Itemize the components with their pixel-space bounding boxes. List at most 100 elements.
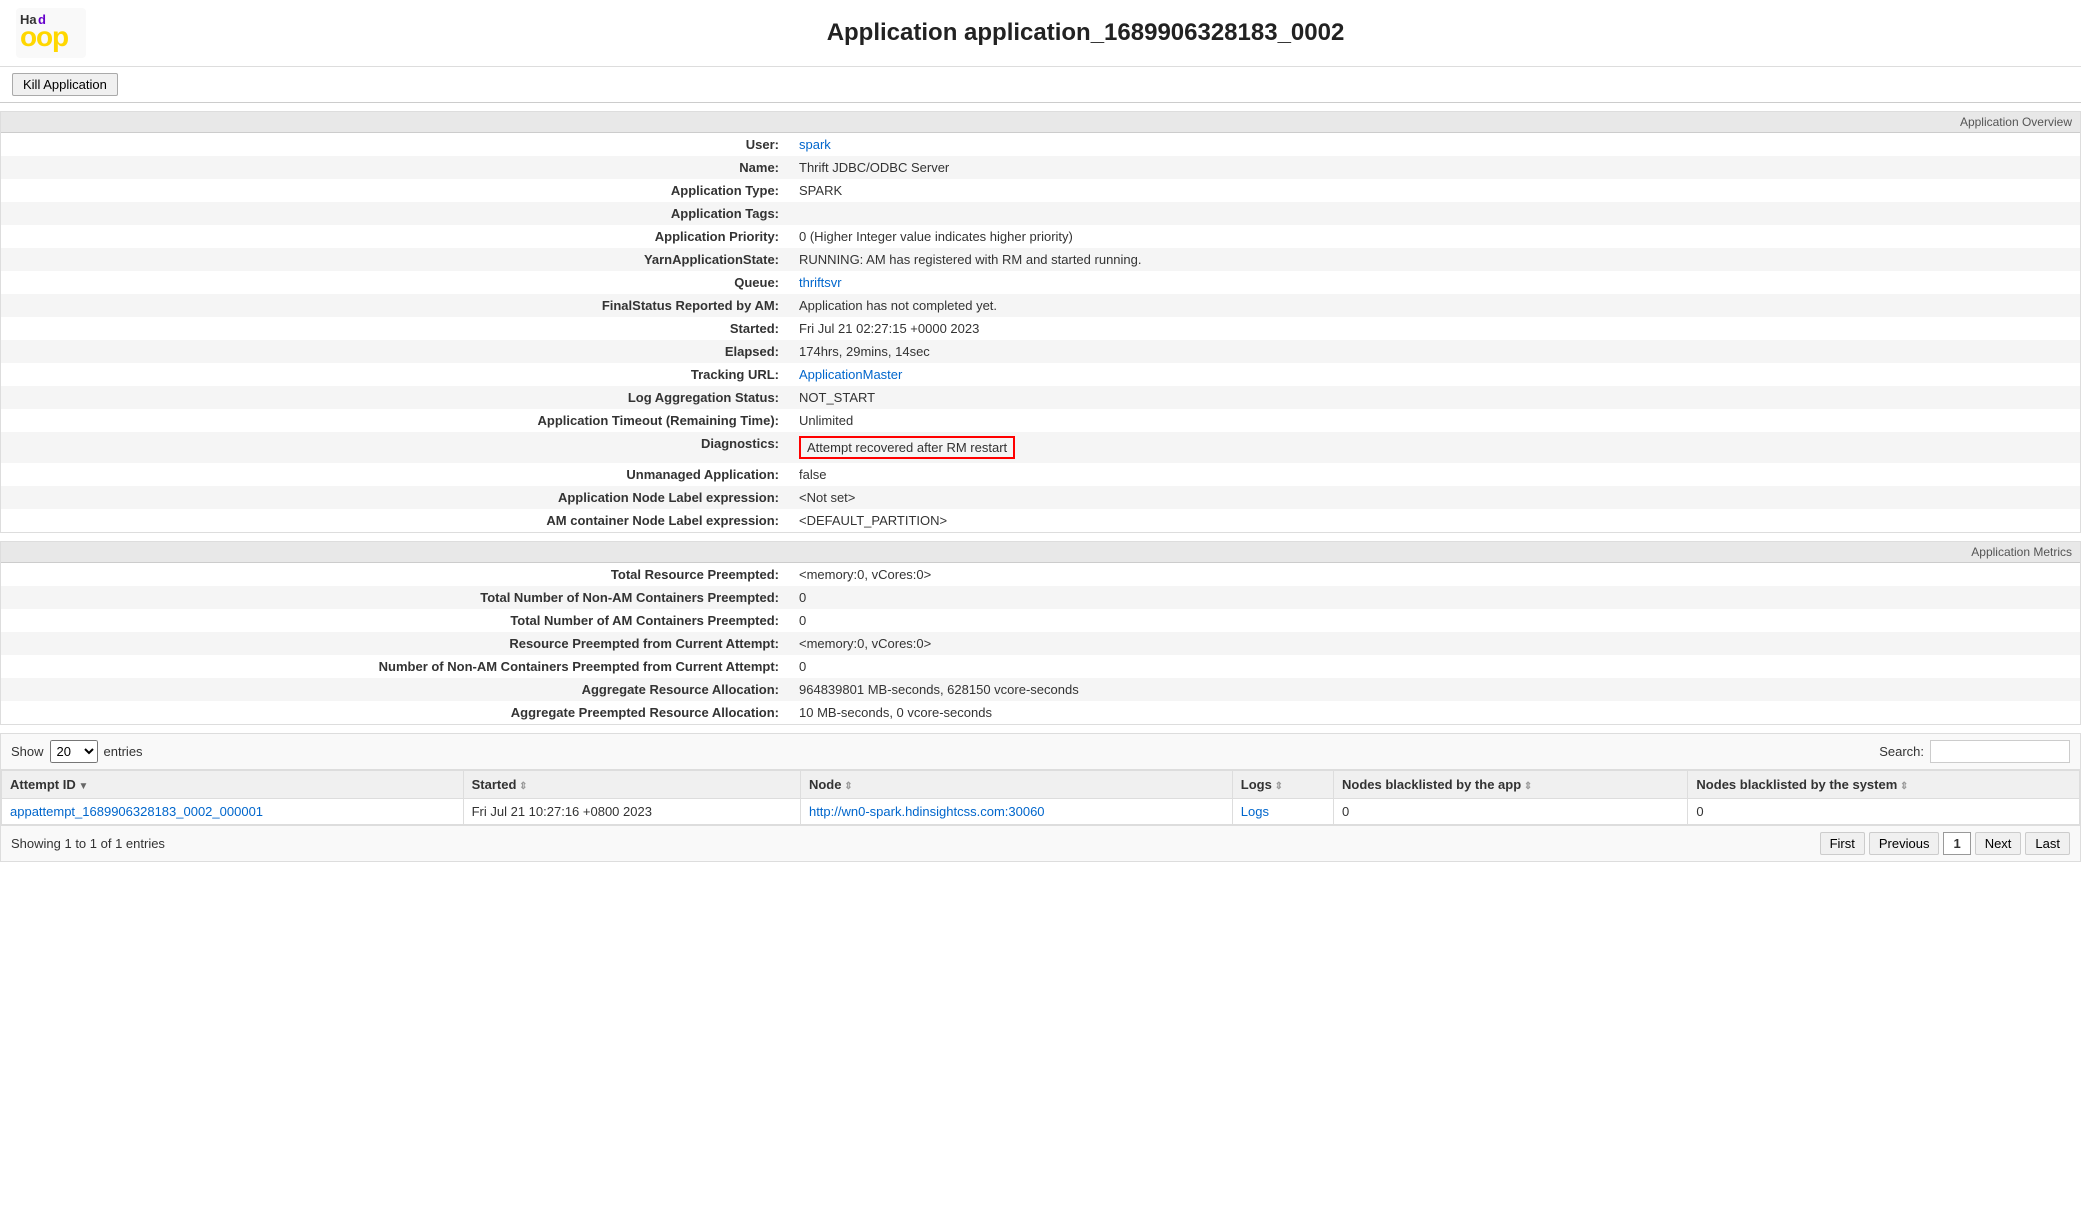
overview-row: FinalStatus Reported by AM:Application h… (1, 294, 2080, 317)
pagination-bar: Showing 1 to 1 of 1 entries First Previo… (1, 825, 2080, 861)
entries-label: entries (104, 744, 143, 759)
col-started[interactable]: Started (463, 771, 800, 799)
cell-attempt-id: appattempt_1689906328183_0002_000001 (2, 799, 464, 825)
node-link[interactable]: http://wn0-spark.hdinsightcss.com:30060 (809, 804, 1045, 819)
metrics-row: Total Number of Non-AM Containers Preemp… (1, 586, 2080, 609)
overview-link[interactable]: ApplicationMaster (799, 367, 902, 382)
table-toolbar: Show 10 20 25 50 100 entries Search: (1, 734, 2080, 770)
metrics-value: <memory:0, vCores:0> (791, 632, 2080, 655)
metrics-section-header: Application Metrics (1, 542, 2080, 563)
overview-label: Application Node Label expression: (1, 486, 791, 509)
search-box: Search: (1879, 740, 2070, 763)
overview-link[interactable]: spark (799, 137, 831, 152)
overview-value: thriftsvr (791, 271, 2080, 294)
overview-label: YarnApplicationState: (1, 248, 791, 271)
attempt-id-link[interactable]: appattempt_1689906328183_0002_000001 (10, 804, 263, 819)
metrics-row: Number of Non-AM Containers Preempted fr… (1, 655, 2080, 678)
overview-row: Application Priority:0 (Higher Integer v… (1, 225, 2080, 248)
overview-value: Thrift JDBC/ODBC Server (791, 156, 2080, 179)
metrics-label: Total Resource Preempted: (1, 563, 791, 586)
col-attempt-id[interactable]: Attempt ID (2, 771, 464, 799)
overview-row: Name:Thrift JDBC/ODBC Server (1, 156, 2080, 179)
page-header: o o p Ha d Application application_16899… (0, 0, 2081, 67)
overview-value: ApplicationMaster (791, 363, 2080, 386)
next-page-button[interactable]: Next (1975, 832, 2022, 855)
overview-value (791, 202, 2080, 225)
attempts-table-container: Show 10 20 25 50 100 entries Search: Att… (0, 733, 2081, 862)
show-label: Show (11, 744, 44, 759)
search-label: Search: (1879, 744, 1924, 759)
metrics-label: Aggregate Resource Allocation: (1, 678, 791, 701)
overview-section-header: Application Overview (1, 112, 2080, 133)
overview-row: YarnApplicationState:RUNNING: AM has reg… (1, 248, 2080, 271)
metrics-label: Total Number of Non-AM Containers Preemp… (1, 586, 791, 609)
overview-label: Unmanaged Application: (1, 463, 791, 486)
col-blacklisted-app[interactable]: Nodes blacklisted by the app (1334, 771, 1688, 799)
metrics-label: Resource Preempted from Current Attempt: (1, 632, 791, 655)
overview-value: spark (791, 133, 2080, 156)
page-title: Application application_1689906328183_00… (106, 19, 2065, 47)
cell-node: http://wn0-spark.hdinsightcss.com:30060 (800, 799, 1232, 825)
overview-row: Log Aggregation Status:NOT_START (1, 386, 2080, 409)
overview-label: User: (1, 133, 791, 156)
overview-label: Application Type: (1, 179, 791, 202)
col-logs[interactable]: Logs (1232, 771, 1333, 799)
kill-application-button[interactable]: Kill Application (12, 73, 118, 96)
current-page: 1 (1943, 832, 1970, 855)
metrics-row: Total Resource Preempted:<memory:0, vCor… (1, 563, 2080, 586)
attempts-tbody: appattempt_1689906328183_0002_000001Fri … (2, 799, 2080, 825)
metrics-label: Total Number of AM Containers Preempted: (1, 609, 791, 632)
metrics-value: 10 MB-seconds, 0 vcore-seconds (791, 701, 2080, 724)
overview-label: Application Priority: (1, 225, 791, 248)
metrics-row: Total Number of AM Containers Preempted:… (1, 609, 2080, 632)
overview-value: Fri Jul 21 02:27:15 +0000 2023 (791, 317, 2080, 340)
overview-value: NOT_START (791, 386, 2080, 409)
cell-blacklisted-system: 0 (1688, 799, 2080, 825)
metrics-label: Aggregate Preempted Resource Allocation: (1, 701, 791, 724)
overview-value: SPARK (791, 179, 2080, 202)
overview-link[interactable]: thriftsvr (799, 275, 842, 290)
overview-value: <DEFAULT_PARTITION> (791, 509, 2080, 532)
first-page-button[interactable]: First (1820, 832, 1865, 855)
previous-page-button[interactable]: Previous (1869, 832, 1940, 855)
metrics-row: Aggregate Resource Allocation:964839801 … (1, 678, 2080, 701)
overview-table: User:sparkName:Thrift JDBC/ODBC ServerAp… (1, 133, 2080, 532)
search-input[interactable] (1930, 740, 2070, 763)
overview-value: Application has not completed yet. (791, 294, 2080, 317)
overview-row: Application Timeout (Remaining Time):Unl… (1, 409, 2080, 432)
overview-value: Attempt recovered after RM restart (791, 432, 2080, 463)
entries-select[interactable]: 10 20 25 50 100 (50, 740, 98, 763)
overview-row: User: spark (1, 133, 2080, 156)
overview-row: Application Tags: (1, 202, 2080, 225)
table-header: Attempt ID Started Node Logs Nodes black… (2, 771, 2080, 799)
attempts-table: Attempt ID Started Node Logs Nodes black… (1, 770, 2080, 825)
overview-label: Started: (1, 317, 791, 340)
overview-label: Application Tags: (1, 202, 791, 225)
overview-label: Diagnostics: (1, 432, 791, 463)
overview-label: Tracking URL: (1, 363, 791, 386)
overview-row: AM container Node Label expression:<DEFA… (1, 509, 2080, 532)
cell-logs: Logs (1232, 799, 1333, 825)
overview-row: Application Type:SPARK (1, 179, 2080, 202)
cell-blacklisted-app: 0 (1334, 799, 1688, 825)
svg-text:p: p (52, 21, 69, 52)
overview-row: Diagnostics:Attempt recovered after RM r… (1, 432, 2080, 463)
overview-label: AM container Node Label expression: (1, 509, 791, 532)
metrics-row: Resource Preempted from Current Attempt:… (1, 632, 2080, 655)
last-page-button[interactable]: Last (2025, 832, 2070, 855)
col-node[interactable]: Node (800, 771, 1232, 799)
pagination-controls: First Previous 1 Next Last (1820, 832, 2070, 855)
metrics-value: <memory:0, vCores:0> (791, 563, 2080, 586)
metrics-value: 0 (791, 586, 2080, 609)
overview-value: 0 (Higher Integer value indicates higher… (791, 225, 2080, 248)
logs-link[interactable]: Logs (1241, 804, 1269, 819)
overview-row: Application Node Label expression:<Not s… (1, 486, 2080, 509)
metrics-value: 0 (791, 609, 2080, 632)
table-row: appattempt_1689906328183_0002_000001Fri … (2, 799, 2080, 825)
col-blacklisted-system[interactable]: Nodes blacklisted by the system (1688, 771, 2080, 799)
overview-label: Log Aggregation Status: (1, 386, 791, 409)
overview-row: Unmanaged Application:false (1, 463, 2080, 486)
overview-label: FinalStatus Reported by AM: (1, 294, 791, 317)
show-entries-control: Show 10 20 25 50 100 entries (11, 740, 143, 763)
overview-value: <Not set> (791, 486, 2080, 509)
